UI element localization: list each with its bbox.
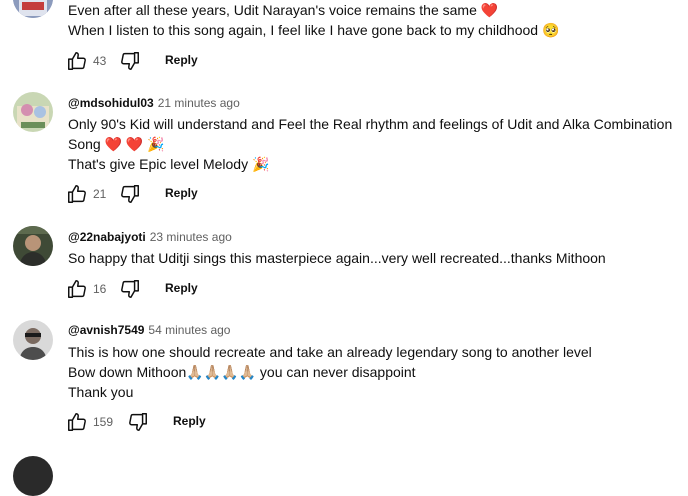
author-name[interactable]: @avnish7549	[68, 323, 144, 337]
thumbs-up-icon[interactable]	[66, 278, 88, 300]
comment-meta: @22nabajyoti 23 minutes ago	[68, 229, 232, 245]
avatar[interactable]	[13, 0, 53, 18]
avatar[interactable]	[13, 320, 53, 360]
comment-line: So happy that Uditji sings this masterpi…	[68, 250, 606, 266]
comment-line: This is how one should recreate and take…	[68, 344, 592, 360]
like-count: 159	[93, 415, 114, 429]
reply-button[interactable]: Reply	[165, 53, 198, 67]
comment-text: So happy that Uditji sings this masterpi…	[68, 248, 606, 268]
author-name[interactable]: @mdsohidul03	[68, 96, 154, 110]
timestamp[interactable]: 21 minutes ago	[158, 96, 240, 110]
comment-text: This is how one should recreate and take…	[68, 342, 592, 402]
like-count: 16	[93, 282, 107, 296]
thumbs-up-icon[interactable]	[66, 411, 88, 433]
thumbs-up-icon[interactable]	[66, 183, 88, 205]
avatar[interactable]	[13, 92, 53, 132]
reply-button[interactable]: Reply	[173, 414, 206, 428]
avatar[interactable]	[13, 456, 53, 496]
timestamp[interactable]: 54 minutes ago	[148, 323, 230, 337]
comment-line: Thank you	[68, 384, 134, 400]
comment-line: Even after all these years, Udit Narayan…	[68, 2, 499, 18]
thumbs-down-icon[interactable]	[127, 411, 149, 433]
comment	[0, 452, 688, 496]
comment: @22nabajyoti 23 minutes ago So happy that…	[0, 226, 688, 306]
comment-actions: 43 Reply	[66, 50, 366, 74]
like-count: 21	[93, 187, 107, 201]
author-name[interactable]: @22nabajyoti	[68, 230, 146, 244]
comment-meta: @mdsohidul03 21 minutes ago	[68, 95, 240, 111]
comment-actions: 159 Reply	[66, 411, 366, 435]
comment-meta: @avnish7549 54 minutes ago	[68, 322, 230, 338]
avatar[interactable]	[13, 226, 53, 266]
like-count: 43	[93, 54, 107, 68]
comment-line: Bow down Mithoon🙏🏼🙏🏼🙏🏼🙏🏼 you can never d…	[68, 364, 416, 380]
comment-actions: 16 Reply	[66, 278, 366, 302]
comment-text: Even after all these years, Udit Narayan…	[68, 0, 559, 40]
thumbs-down-icon[interactable]	[119, 50, 141, 72]
comment-line: When I listen to this song again, I feel…	[68, 22, 560, 38]
comment-actions: 21 Reply	[66, 183, 366, 207]
thumbs-down-icon[interactable]	[119, 278, 141, 300]
comment-text: Only 90's Kid will understand and Feel t…	[68, 114, 672, 174]
reply-button[interactable]: Reply	[165, 281, 198, 295]
comment-line: Song ❤️ ❤️ 🎉	[68, 136, 165, 152]
comment-line: Only 90's Kid will understand and Feel t…	[68, 116, 673, 132]
thumbs-up-icon[interactable]	[66, 50, 88, 72]
comment: @avnish7549 54 minutes ago This is how on…	[0, 320, 688, 440]
reply-button[interactable]: Reply	[165, 186, 198, 200]
comment: Even after all these years, Udit Narayan…	[0, 0, 688, 80]
comment-line: That's give Epic level Melody 🎉	[68, 156, 270, 172]
comment: @mdsohidul03 21 minutes ago Only 90's Kid…	[0, 92, 688, 212]
timestamp[interactable]: 23 minutes ago	[150, 230, 232, 244]
thumbs-down-icon[interactable]	[119, 183, 141, 205]
